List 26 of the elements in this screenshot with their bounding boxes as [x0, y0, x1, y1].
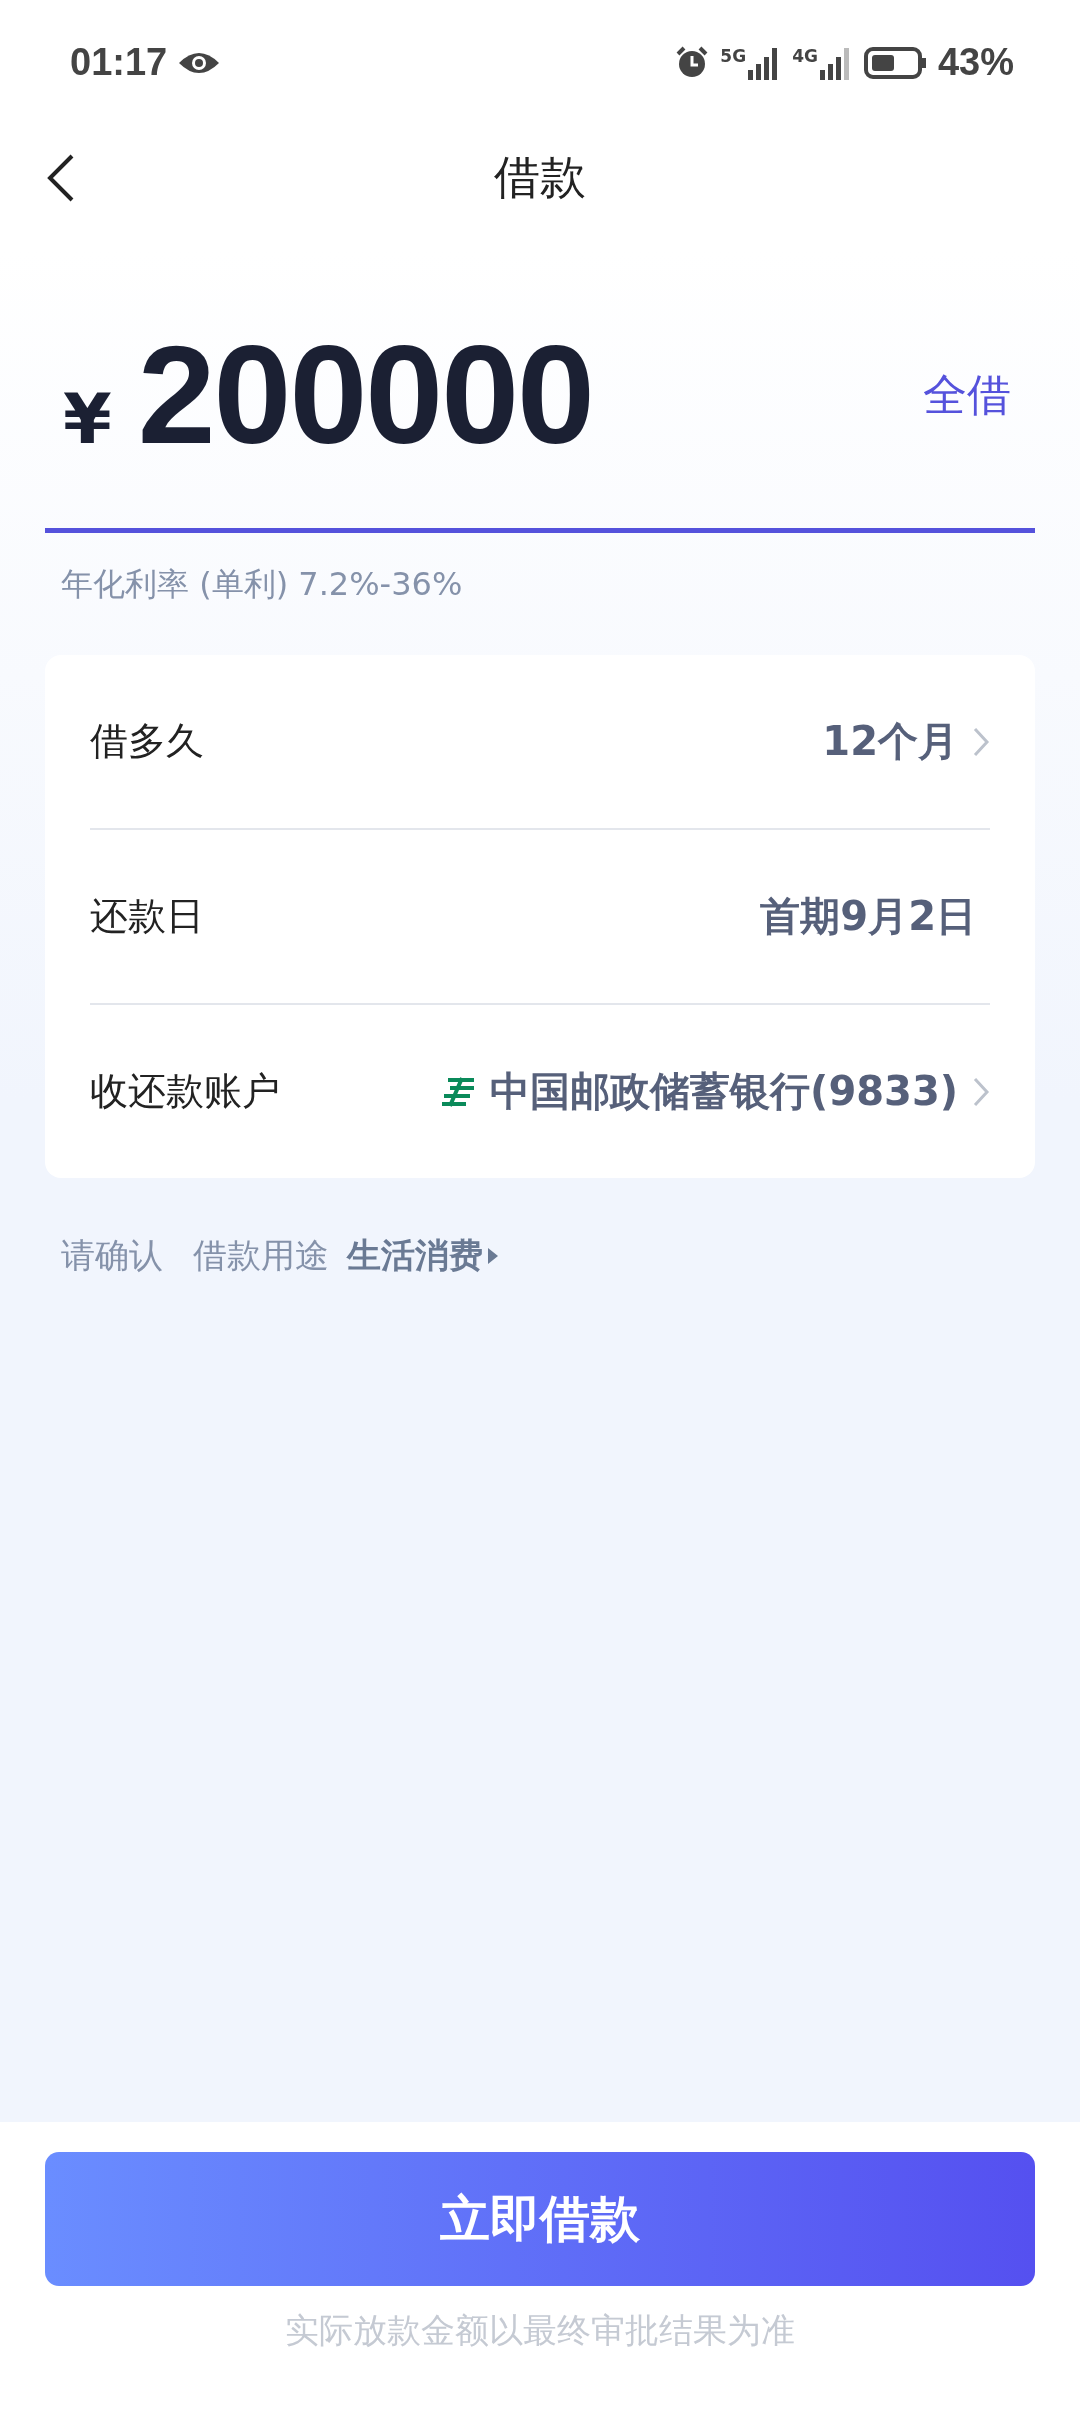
- confirm-label: 请确认: [61, 1234, 163, 1277]
- triangle-icon: [487, 1247, 499, 1265]
- row-label: 还款日: [90, 893, 204, 940]
- purpose-label: 借款用途: [193, 1234, 329, 1277]
- back-icon[interactable]: [46, 153, 76, 203]
- amount-value[interactable]: 200000: [137, 314, 593, 476]
- row-label: 借多久: [90, 718, 204, 765]
- chevron-icon[interactable]: [972, 1075, 990, 1108]
- borrow-now-button[interactable]: 立即借款: [45, 2152, 1035, 2286]
- purpose-value[interactable]: 生活消费: [347, 1233, 483, 1279]
- row-value: 12个月: [822, 717, 958, 766]
- currency-symbol: ¥: [63, 378, 112, 460]
- network-label: 4G: [792, 45, 818, 66]
- status-time: 01:17: [70, 41, 168, 84]
- chevron-icon[interactable]: [972, 725, 990, 758]
- page-title: 借款: [494, 148, 586, 206]
- bank-logo-icon: [440, 1075, 477, 1108]
- battery-percent: 43%: [937, 41, 1014, 84]
- borrow-all-link[interactable]: 全借: [923, 365, 1011, 425]
- network-label: 5G: [720, 45, 747, 66]
- row-value: 中国邮政储蓄银行(9833): [490, 1067, 958, 1116]
- approval-footnote: 实际放款金额以最终审批结果为准: [285, 2309, 795, 2352]
- battery-icon: [863, 45, 928, 80]
- row-label: 收还款账户: [90, 1068, 280, 1115]
- row-value: 首期9月2日: [760, 892, 976, 941]
- rate-note: 年化利率 (单利) 7.2%-36%: [61, 564, 464, 605]
